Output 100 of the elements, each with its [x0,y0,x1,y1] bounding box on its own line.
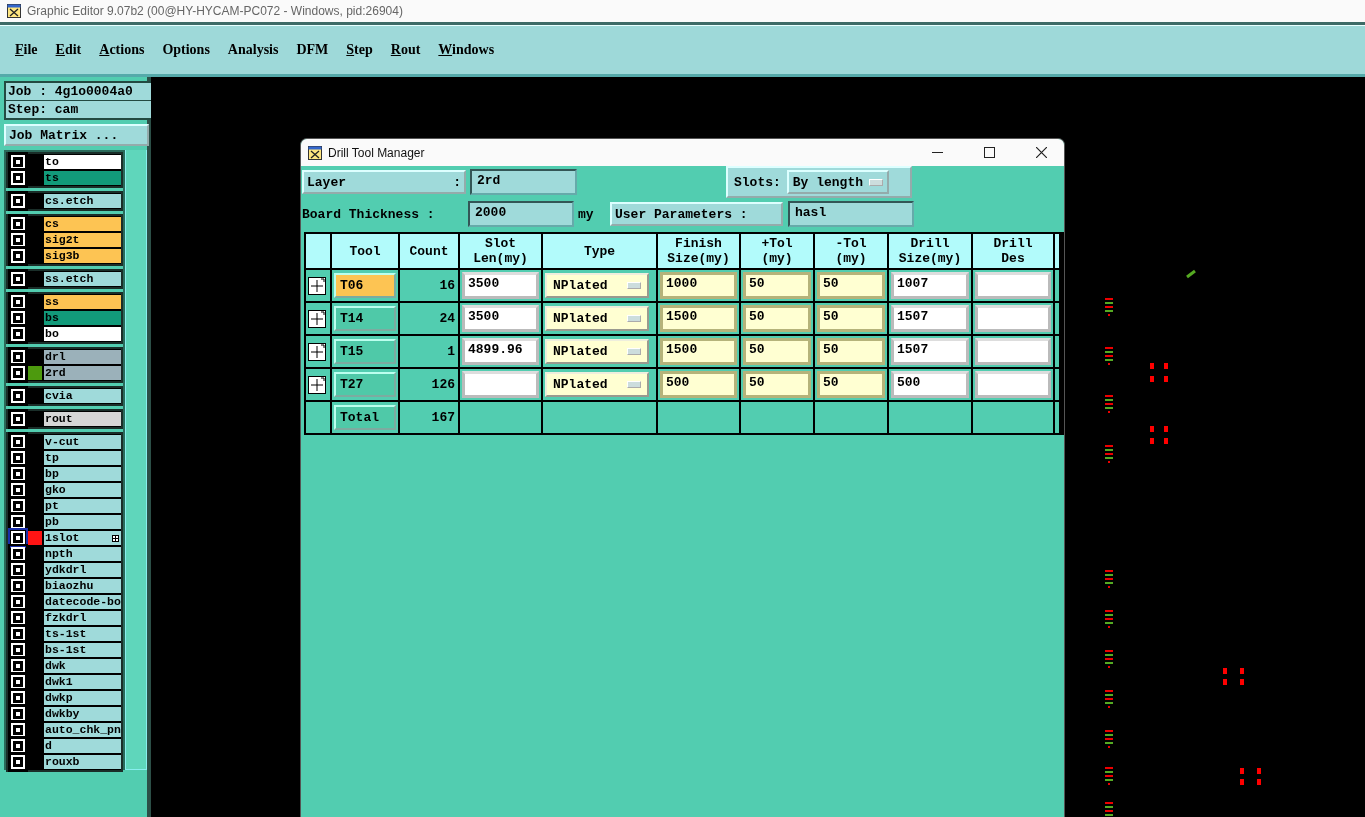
layer-name[interactable]: pb [44,515,121,529]
minimize-icon[interactable] [931,152,943,153]
input-field[interactable]: 50 [743,338,811,365]
layer-name[interactable]: sig2t [44,233,121,247]
layer-name[interactable]: dwkp [44,691,121,705]
layer-name[interactable]: biaozhu [44,579,121,593]
layer-name[interactable]: gko [44,483,121,497]
tool-button[interactable]: T14 [334,306,396,331]
dropdown-icon [627,282,641,289]
input-field[interactable]: 50 [817,371,885,398]
input-field[interactable]: 50 [817,272,885,299]
layer-name[interactable]: rouxb [44,755,121,769]
total-button[interactable]: Total [334,405,396,430]
maximize-icon[interactable] [983,147,995,158]
table-cell [741,402,813,433]
type-dropdown[interactable]: NPlated [545,273,649,298]
count-cell: 24 [400,303,458,334]
tool-button[interactable]: T06 [334,273,396,298]
layer-name[interactable]: d [44,739,121,753]
layer-name[interactable]: rout [44,412,121,426]
layer-name[interactable]: cs [44,217,121,231]
input-field[interactable]: 1500 [660,338,737,365]
expand-icon[interactable] [308,342,326,361]
expand-icon[interactable] [308,375,326,394]
table-cell [306,234,330,268]
input-field[interactable]: 50 [743,371,811,398]
input-field[interactable]: 50 [817,305,885,332]
column-header: Tool [332,234,398,268]
layer-name[interactable]: dwk [44,659,121,673]
input-field[interactable]: 50 [743,272,811,299]
layer-name[interactable]: pt [44,499,121,513]
layer-name[interactable]: drl [44,350,121,364]
input-field[interactable] [975,371,1051,398]
layer-name[interactable]: fzkdrl [44,611,121,625]
layer-name[interactable]: ss [44,295,121,309]
layer-name[interactable]: dwkby [44,707,121,721]
layer-name[interactable]: to [44,155,121,169]
menu-item[interactable]: Edit [46,40,91,60]
layer-name[interactable]: tp [44,451,121,465]
input-field[interactable]: 1000 [660,272,737,299]
input-field[interactable] [462,371,539,398]
layer-name[interactable]: v-cut [44,435,121,449]
column-header: Type [543,234,656,268]
menu-item[interactable]: File [6,40,47,60]
table-cell [1055,402,1059,433]
input-field[interactable] [975,305,1051,332]
layer-name[interactable]: datecode-bo [44,595,121,609]
type-dropdown[interactable]: NPlated [545,372,649,397]
menu-item[interactable]: Analysis [218,40,288,60]
type-dropdown[interactable]: NPlated [545,339,649,364]
expand-icon[interactable] [308,309,326,328]
layer-name[interactable]: cs.etch [44,194,121,208]
tool-button[interactable]: T27 [334,372,396,397]
layer-name[interactable]: auto_chk_pn [44,723,121,737]
expand-icon[interactable] [308,276,326,295]
layer-name[interactable]: dwk1 [44,675,121,689]
layer-name[interactable]: bp [44,467,121,481]
input-field[interactable]: 1500 [660,305,737,332]
input-field[interactable]: 3500 [462,305,539,332]
layer-name[interactable]: npth [44,547,121,561]
input-field[interactable] [975,338,1051,365]
input-field[interactable] [975,272,1051,299]
layer-name[interactable]: ss.etch [44,272,121,286]
user-parameters-field[interactable]: hasl [788,201,914,227]
input-field[interactable]: 1507 [891,338,969,365]
tool-button[interactable]: T15 [334,339,396,364]
menu-item[interactable]: DFM [287,40,338,60]
layer-name[interactable]: bs [44,311,121,325]
layer-name[interactable]: bo [44,327,121,341]
input-field[interactable]: 500 [891,371,969,398]
input-field[interactable]: 50 [743,305,811,332]
layer-name[interactable]: bs-1st [44,643,121,657]
user-parameters-button[interactable]: User Parameters : [610,202,783,226]
layer-name[interactable]: sig3b [44,249,121,263]
menu-item[interactable]: Step [337,40,382,60]
menu-item[interactable]: Windows [429,40,504,60]
layer-name[interactable]: 1slot [44,531,121,545]
layer-name[interactable]: cvia [44,389,121,403]
layer-name[interactable]: ts-1st [44,627,121,641]
type-dropdown[interactable]: NPlated [545,306,649,331]
job-matrix-button[interactable]: Job Matrix ... [4,124,149,146]
layer-name[interactable]: ydkdrl [44,563,121,577]
close-icon[interactable] [1035,147,1047,158]
input-field[interactable]: 4899.96 [462,338,539,365]
input-field[interactable]: 1507 [891,305,969,332]
slots-dropdown[interactable]: By length [786,170,890,194]
menu-item[interactable]: Actions [90,40,154,60]
menu-item[interactable]: Rout [381,40,430,60]
scrollbar[interactable] [124,150,147,770]
input-field[interactable]: 50 [817,338,885,365]
thickness-field[interactable]: 2000 [468,201,574,227]
layer-field[interactable]: 2rd [470,169,577,195]
input-field[interactable]: 1007 [891,272,969,299]
input-field[interactable]: 3500 [462,272,539,299]
menu-item[interactable]: Options [153,40,219,60]
job-label: Job : 4g1o0004a0 [6,83,154,100]
layer-name[interactable]: ts [44,171,121,185]
layer-name[interactable]: 2rd [44,366,121,380]
input-field[interactable]: 500 [660,371,737,398]
app-icon [308,145,322,160]
